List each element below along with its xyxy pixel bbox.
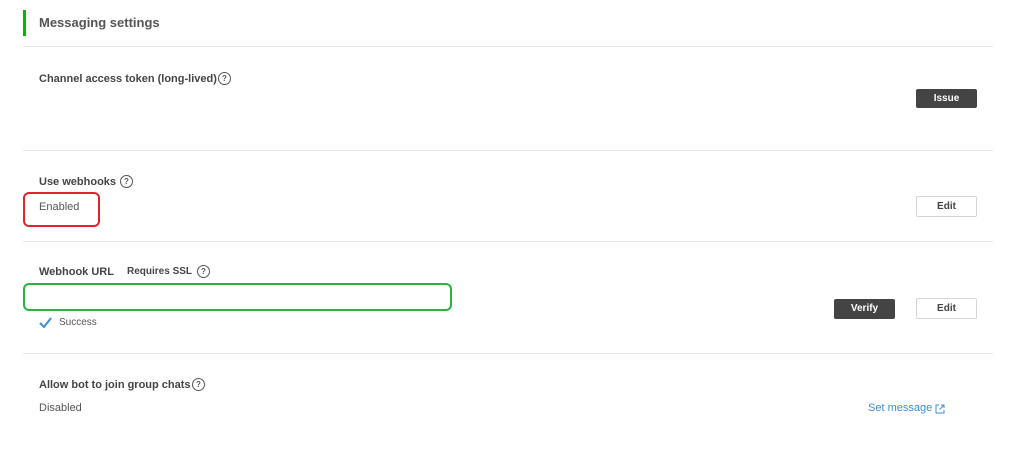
header-accent-bar: [23, 10, 26, 36]
webhooks-label: Use webhooks: [39, 176, 117, 188]
group-chats-status: Disabled: [39, 402, 82, 414]
help-icon[interactable]: ?: [218, 72, 231, 85]
group-chats-label: Allow bot to join group chats: [39, 379, 191, 391]
divider: [23, 353, 993, 354]
channel-token-label: Channel access token (long-lived): [39, 73, 217, 85]
issue-button[interactable]: Issue: [916, 89, 977, 108]
webhook-url-field[interactable]: [23, 283, 452, 311]
webhook-url-label: Webhook URL: [39, 266, 114, 278]
page-title: Messaging settings: [39, 15, 160, 30]
highlight-box-red: [23, 192, 100, 227]
set-message-link[interactable]: Set message: [868, 402, 932, 414]
success-label: Success: [59, 317, 97, 328]
help-icon[interactable]: ?: [192, 378, 205, 391]
verify-button[interactable]: Verify: [834, 299, 895, 319]
webhook-url-edit-button[interactable]: Edit: [916, 298, 977, 319]
divider: [23, 46, 993, 47]
help-icon[interactable]: ?: [120, 175, 133, 188]
requires-ssl-label: Requires SSL: [127, 266, 193, 277]
checkmark-icon: [39, 317, 52, 328]
webhooks-edit-button[interactable]: Edit: [916, 196, 977, 217]
settings-header: Messaging settings: [23, 10, 993, 36]
divider: [23, 150, 993, 151]
help-icon[interactable]: ?: [197, 265, 210, 278]
divider: [23, 241, 993, 242]
external-link-icon: [935, 404, 945, 414]
